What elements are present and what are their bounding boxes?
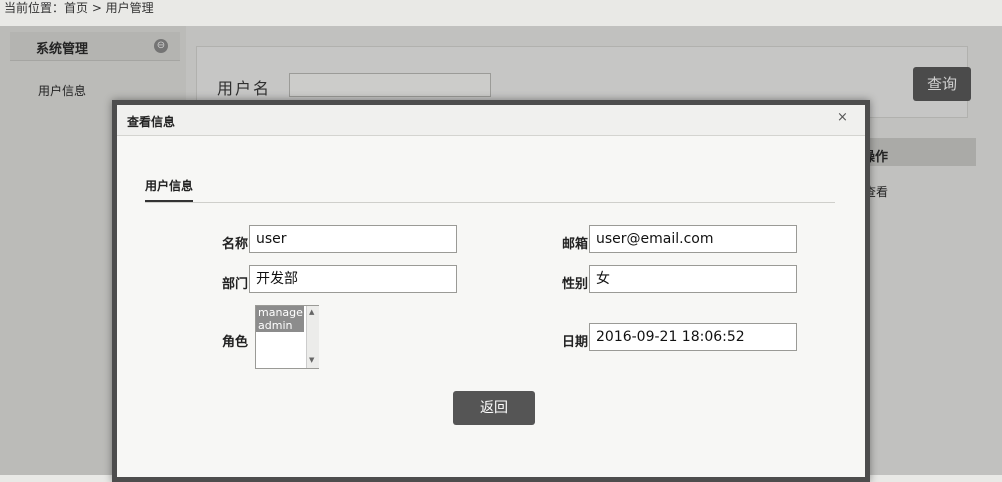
listbox-scrollbar[interactable]: ▲ ▼ bbox=[306, 306, 319, 368]
department-field[interactable]: 开发部 bbox=[249, 265, 457, 293]
role-listbox[interactable]: manage admin ▲ ▼ bbox=[255, 305, 319, 369]
date-field[interactable]: 2016-09-21 18:06:52 bbox=[589, 323, 797, 351]
view-info-dialog: 查看信息 × 用户信息 名称 user 邮箱 user@email.com 部门… bbox=[112, 100, 870, 482]
gender-field[interactable]: 女 bbox=[589, 265, 797, 293]
scroll-down-icon[interactable]: ▼ bbox=[309, 356, 314, 364]
date-label: 日期 bbox=[562, 335, 589, 350]
email-label: 邮箱 bbox=[562, 237, 589, 252]
name-field[interactable]: user bbox=[249, 225, 457, 253]
name-label: 名称 bbox=[222, 237, 249, 252]
breadcrumb: 当前位置：首页 > 用户管理 bbox=[4, 1, 154, 15]
dialog-title: 查看信息 bbox=[127, 115, 176, 129]
gender-label: 性别 bbox=[562, 277, 589, 292]
tab-divider bbox=[145, 202, 835, 203]
email-field[interactable]: user@email.com bbox=[589, 225, 797, 253]
tab-user-info[interactable]: 用户信息 bbox=[145, 177, 194, 202]
dialog-title-bar: 查看信息 × bbox=[117, 105, 865, 136]
scroll-up-icon[interactable]: ▲ bbox=[309, 308, 314, 316]
department-label: 部门 bbox=[222, 277, 249, 292]
back-button[interactable]: 返回 bbox=[453, 391, 535, 425]
role-option[interactable]: admin bbox=[256, 319, 304, 332]
close-icon[interactable]: × bbox=[837, 110, 848, 125]
role-option[interactable]: manage bbox=[256, 306, 304, 319]
role-label: 角色 bbox=[222, 335, 249, 350]
